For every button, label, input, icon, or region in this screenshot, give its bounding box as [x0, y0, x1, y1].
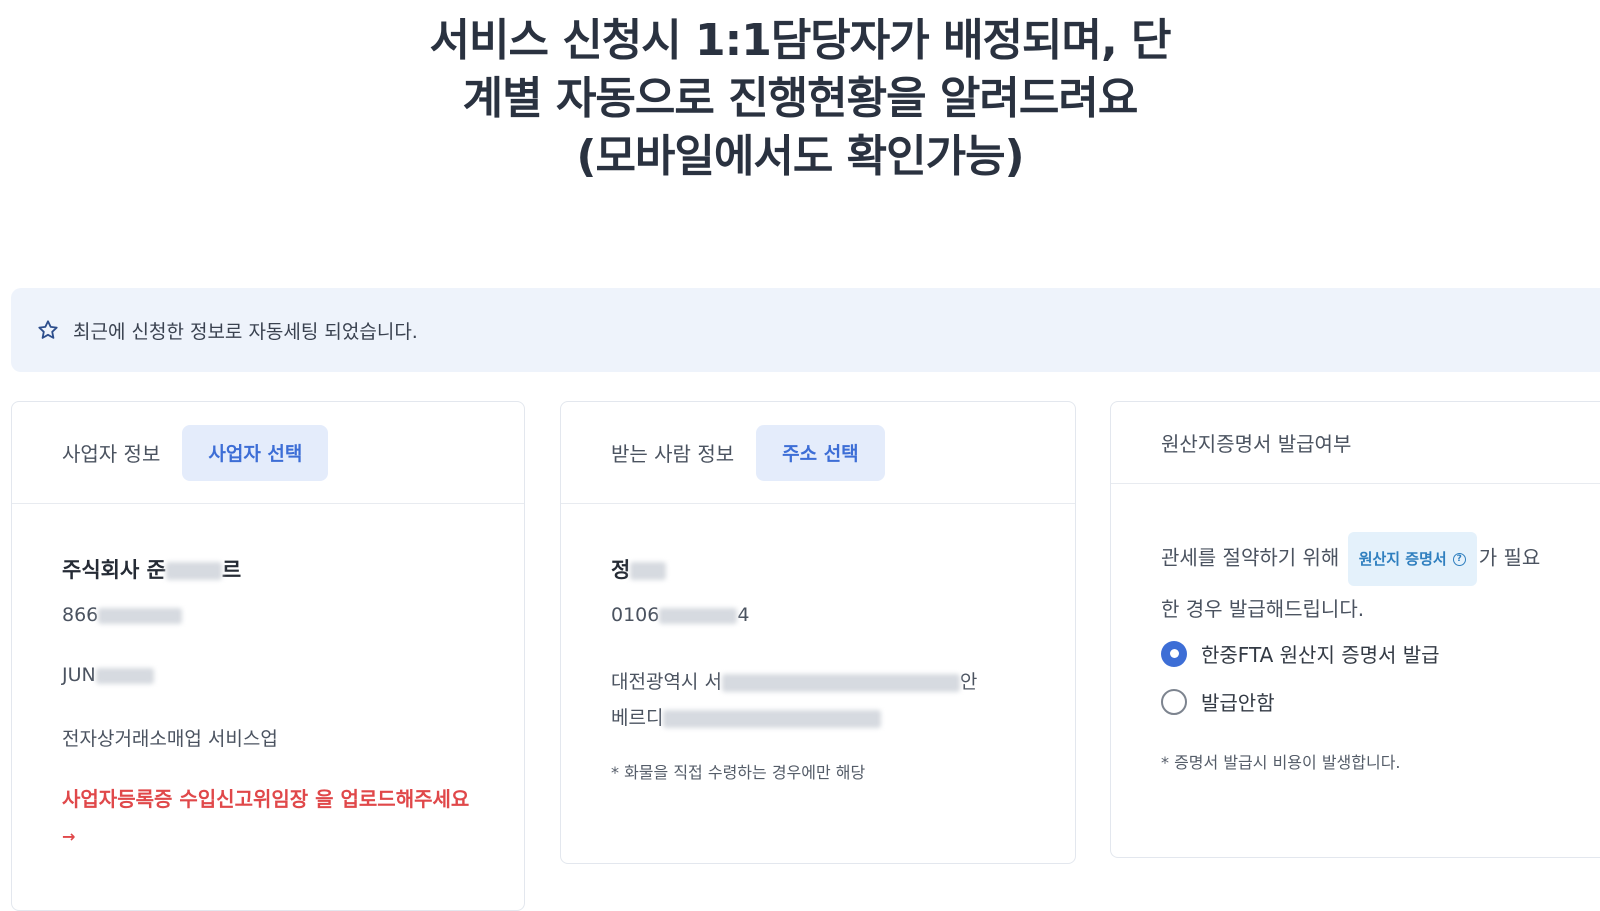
origin-description: 관세를 절약하기 위해 원산지 증명서? 가 필요 한 경우 발급해드립니다. [1161, 532, 1581, 632]
redacted-text [165, 562, 222, 580]
business-info-header: 사업자 정보 사업자 선택 [12, 402, 524, 504]
business-info-card: 사업자 정보 사업자 선택 주식회사 준 르 866 JUN 전자상거래소매업 서… [11, 401, 525, 911]
redacted-text [663, 709, 882, 728]
address-line-1: 대전광역시 서 안 [611, 664, 1031, 700]
address-line2-prefix: 베르디 [611, 707, 664, 729]
option-label: 한중FTA 원산지 증명서 발급 [1201, 643, 1440, 667]
address-prefix: 대전광역시 서 [611, 671, 722, 693]
star-icon [37, 318, 61, 342]
company-name-prefix: 주식회사 준 [62, 558, 166, 582]
address-line-2: 베르디 [611, 700, 1031, 736]
company-name: 주식회사 준 르 [62, 554, 241, 584]
business-info-title: 사업자 정보 [62, 442, 161, 466]
business-category: 전자상거래소매업 서비스업 [62, 728, 278, 750]
radio-unselected-icon [1161, 688, 1187, 715]
origin-description-line-2: 한 경우 발급해드립니다. [1161, 597, 1365, 621]
headline-line-1: 서비스 신청시 1:1담당자가 배정되며, 단 [429, 15, 1171, 66]
select-business-button[interactable]: 사업자 선택 [182, 424, 329, 481]
redacted-text [659, 607, 738, 624]
redacted-text [721, 673, 960, 692]
business-reg-number: 866 [62, 604, 183, 626]
description-after: 가 필요 [1478, 545, 1541, 570]
redacted-text [98, 607, 183, 624]
recipient-name-prefix: 정 [611, 558, 631, 582]
issue-options: 한중FTA 원산지 증명서 발급 발급안함 [1161, 639, 1440, 735]
option-issue-certificate[interactable]: 한중FTA 원산지 증명서 발급 [1161, 639, 1440, 668]
english-name-prefix: JUN [62, 664, 96, 686]
recipient-info-title: 받는 사람 정보 [611, 442, 735, 466]
reg-number-prefix: 866 [62, 604, 99, 626]
origin-certificate-title: 원산지증명서 발급여부 [1161, 432, 1352, 456]
company-name-suffix: 르 [221, 558, 242, 582]
page-headline: 서비스 신청시 1:1담당자가 배정되며, 단 계별 자동으로 진행현황을 알려… [0, 12, 1600, 186]
recipient-name: 정 [611, 554, 667, 584]
origin-certificate-header: 원산지증명서 발급여부 [1111, 402, 1600, 484]
origin-cost-note: * 증명서 발급시 비용이 발생합니다. [1161, 753, 1401, 772]
origin-description-line-1: 관세를 절약하기 위해 원산지 증명서? 가 필요 [1161, 532, 1581, 586]
recipient-info-card: 받는 사람 정보 주소 선택 정 0106 4 대전광역시 서 안 베르디 * 화물… [560, 401, 1076, 864]
select-address-button[interactable]: 주소 선택 [756, 424, 885, 481]
recipient-info-header: 받는 사람 정보 주소 선택 [561, 402, 1075, 504]
arrow-right-icon: → [62, 827, 76, 846]
banner-text: 최근에 신청한 정보로 자동세팅 되었습니다. [73, 320, 418, 343]
headline-line-2: 계별 자동으로 진행현황을 알려드려요 [462, 73, 1139, 124]
phone-suffix: 4 [737, 604, 750, 626]
phone-prefix: 0106 [611, 604, 660, 626]
business-english-name: JUN [62, 664, 154, 686]
option-no-issue[interactable]: 발급안함 [1161, 687, 1440, 716]
autofill-notice-banner: 최근에 신청한 정보로 자동세팅 되었습니다. [11, 288, 1600, 372]
recipient-phone: 0106 4 [611, 604, 749, 626]
chip-label: 원산지 증명서 [1358, 550, 1447, 568]
redacted-text [630, 562, 667, 580]
upload-warning-text: 사업자등록증 수입신고위임장 을 업로드해주세요 [62, 787, 470, 811]
option-label: 발급안함 [1201, 691, 1275, 715]
radio-selected-icon [1161, 640, 1187, 667]
origin-certificate-chip[interactable]: 원산지 증명서? [1347, 532, 1477, 586]
description-before: 관세를 절약하기 위해 [1161, 545, 1340, 570]
question-circle-icon: ? [1452, 552, 1466, 566]
origin-certificate-card: 원산지증명서 발급여부 관세를 절약하기 위해 원산지 증명서? 가 필요 한 경… [1110, 401, 1600, 858]
recipient-address: 대전광역시 서 안 베르디 [611, 664, 1031, 736]
headline-line-3: (모바일에서도 확인가능) [576, 131, 1024, 182]
address-mid: 안 [959, 671, 978, 693]
redacted-text [95, 667, 154, 684]
upload-documents-link[interactable]: 사업자등록증 수입신고위임장 을 업로드해주세요 → [62, 781, 472, 855]
recipient-note: * 화물을 직접 수령하는 경우에만 해당 [611, 763, 866, 782]
